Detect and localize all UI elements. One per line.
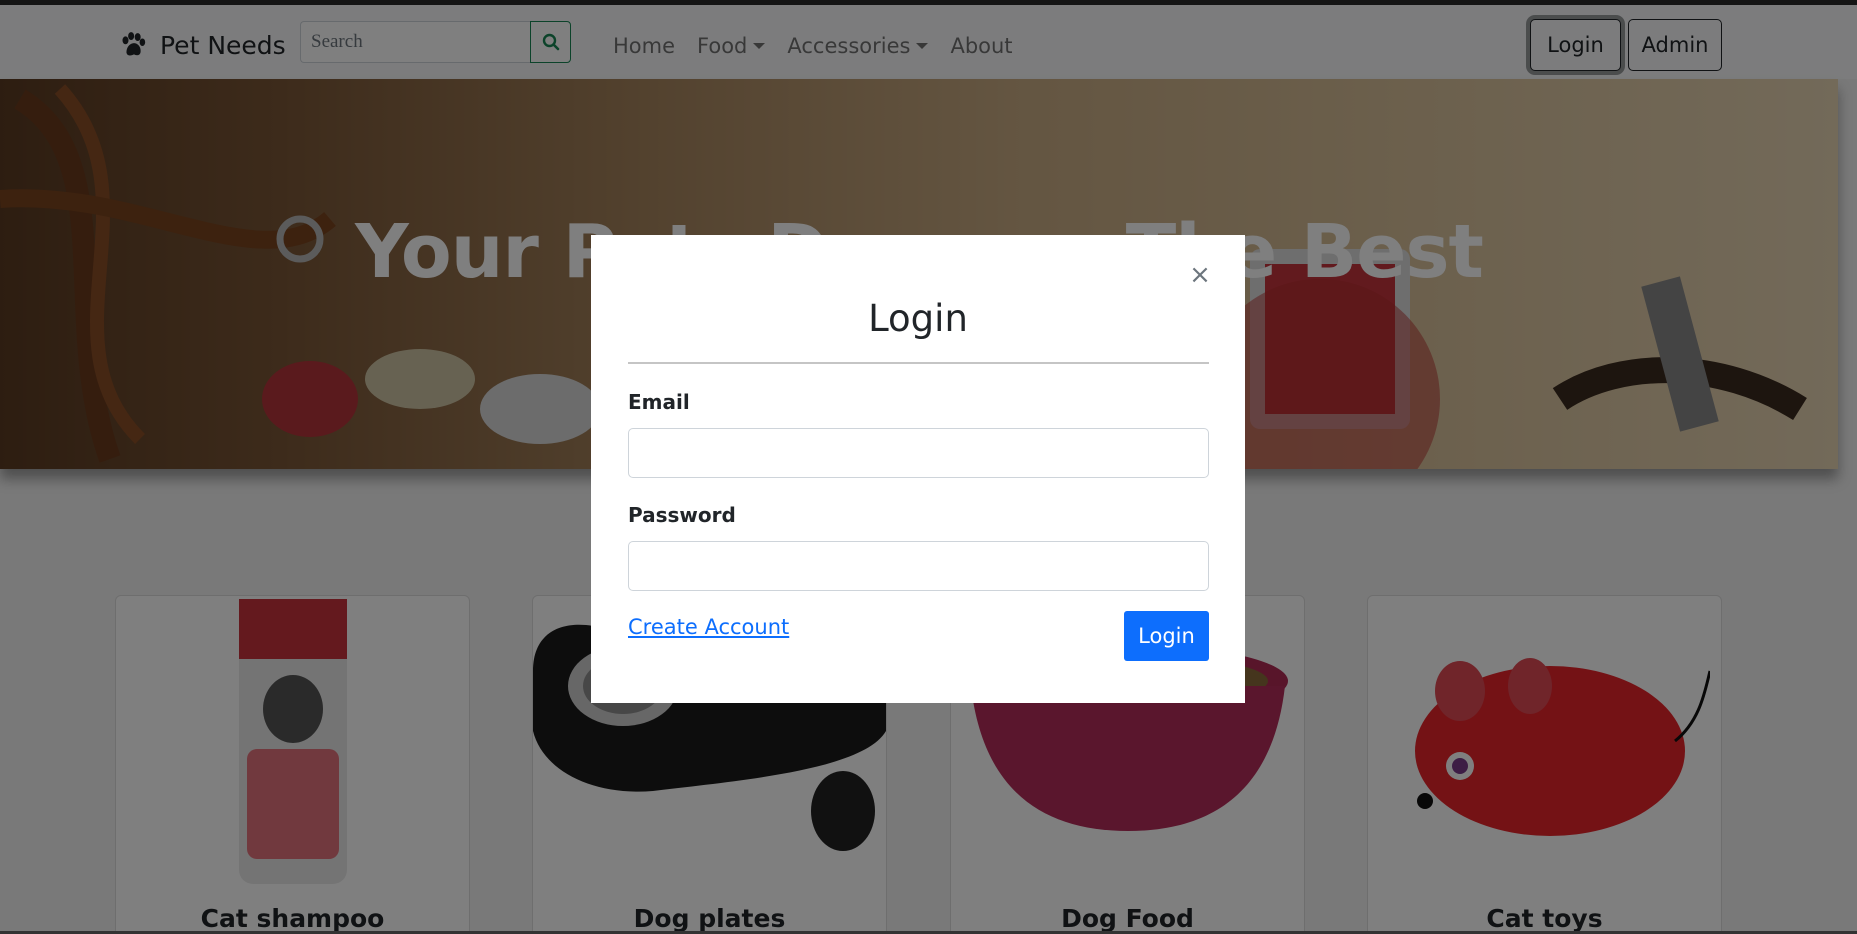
email-label: Email (628, 390, 690, 414)
close-icon[interactable]: × (1188, 262, 1212, 288)
password-field[interactable] (628, 541, 1209, 591)
modal-divider (628, 362, 1209, 364)
modal-title: Login (868, 297, 968, 340)
password-label: Password (628, 503, 736, 527)
login-modal: × Login Email Password Create Account Lo… (591, 235, 1245, 703)
email-field[interactable] (628, 428, 1209, 478)
modal-login-button[interactable]: Login (1124, 611, 1209, 661)
create-account-link[interactable]: Create Account (628, 615, 789, 639)
